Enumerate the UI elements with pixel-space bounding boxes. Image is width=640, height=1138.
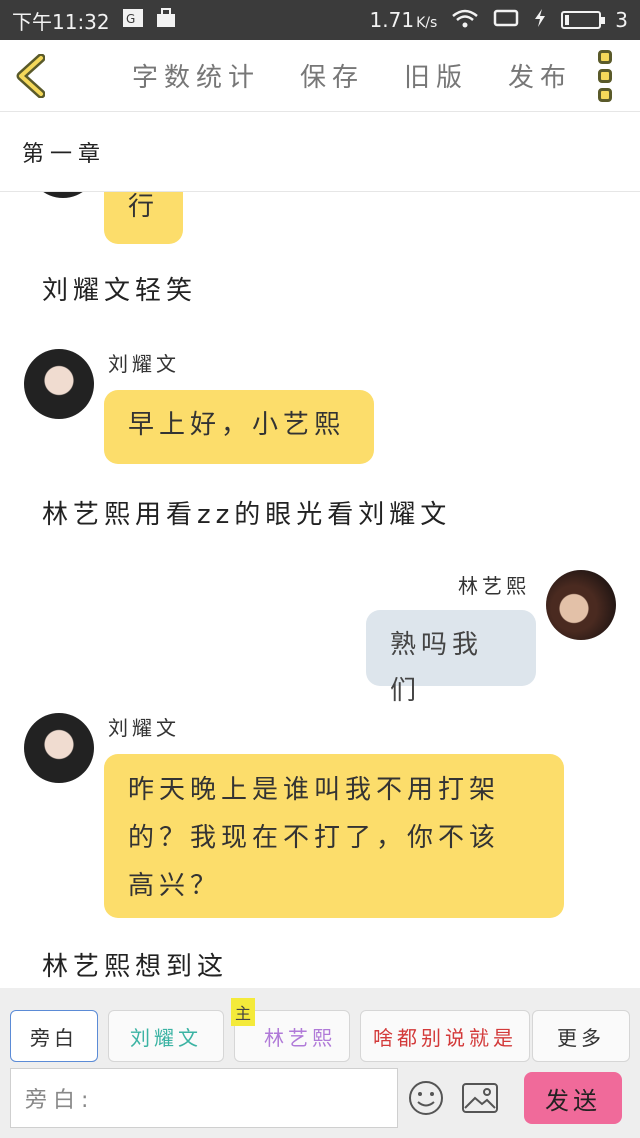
send-button[interactable]: 发送 [524, 1072, 622, 1124]
net-speed: 1.71 [369, 8, 415, 32]
message-bubble[interactable]: 早上好，小艺熙 [104, 390, 374, 464]
avatar [546, 570, 616, 640]
message-text: 早上好，小艺熙 [128, 410, 346, 440]
message-text-line: 高兴？ [128, 871, 222, 901]
avatar [24, 713, 94, 783]
chevron-left-icon [16, 53, 45, 98]
narration-text[interactable]: 林艺熙用看zz的眼光看刘耀文 [42, 494, 451, 531]
story-content[interactable]: 行 刘耀文轻笑 刘耀文 早上好，小艺熙 林艺熙用看zz的眼光看刘耀文 林艺熙 熟… [0, 160, 640, 988]
message-text: 行 [128, 192, 160, 222]
narration-text[interactable]: 林艺熙想到这 [42, 946, 228, 983]
role-custom-button[interactable]: 啥都别说就是 [360, 1010, 530, 1062]
emoji-icon[interactable] [406, 1078, 446, 1118]
save-button[interactable]: 保存 [300, 57, 364, 94]
more-roles-button[interactable]: 更多 [532, 1010, 630, 1062]
wifi-icon [451, 8, 479, 33]
chapter-title[interactable]: 第一章 [0, 112, 640, 192]
screen-icon [493, 8, 519, 33]
editor-toolbar: 字数统计 保存 旧版 发布 [0, 40, 640, 112]
publish-button[interactable]: 发布 [508, 57, 572, 94]
battery-icon [561, 11, 606, 29]
main-role-badge: 主 [231, 998, 255, 1026]
narration-text[interactable]: 刘耀文轻笑 [42, 270, 197, 307]
charging-icon [533, 8, 547, 33]
more-menu-icon[interactable] [598, 50, 618, 102]
sender-name: 刘耀文 [108, 352, 180, 376]
sender-name: 刘耀文 [108, 716, 180, 740]
role-selector: 旁白 刘耀文 林艺熙 主 啥都别说就是 更多 [0, 988, 640, 1068]
svg-text:G: G [126, 12, 135, 26]
bag-icon [156, 7, 176, 33]
message-text-line: 的？我现在不打了，你不该 [128, 823, 501, 853]
avatar [24, 349, 94, 419]
old-version-button[interactable]: 旧版 [404, 57, 468, 94]
message-input[interactable]: 旁白: [10, 1068, 398, 1128]
word-count-button[interactable]: 字数统计 [132, 57, 260, 94]
image-icon[interactable] [460, 1078, 500, 1118]
back-button[interactable] [0, 40, 60, 112]
status-bar: 下午11:32 G 1.71 K/s 3 [0, 0, 640, 40]
status-time: 下午11:32 [12, 9, 110, 34]
notification-icon: G [122, 8, 144, 33]
sender-name: 林艺熙 [458, 574, 530, 598]
battery-level: 3 [615, 8, 628, 32]
message-text-line: 昨天晚上是谁叫我不用打架 [128, 775, 501, 805]
message-bubble[interactable]: 昨天晚上是谁叫我不用打架 的？我现在不打了，你不该 高兴？ [104, 754, 564, 918]
role-liu-button[interactable]: 刘耀文 [108, 1010, 224, 1062]
message-bubble[interactable]: 熟吗我们 [366, 610, 536, 706]
message-text: 熟吗我们 [390, 630, 484, 706]
role-aside-button[interactable]: 旁白 [10, 1010, 98, 1062]
input-panel: 旁白 刘耀文 林艺熙 主 啥都别说就是 更多 旁白: 发送 [0, 988, 640, 1138]
net-unit: K/s [416, 15, 438, 31]
